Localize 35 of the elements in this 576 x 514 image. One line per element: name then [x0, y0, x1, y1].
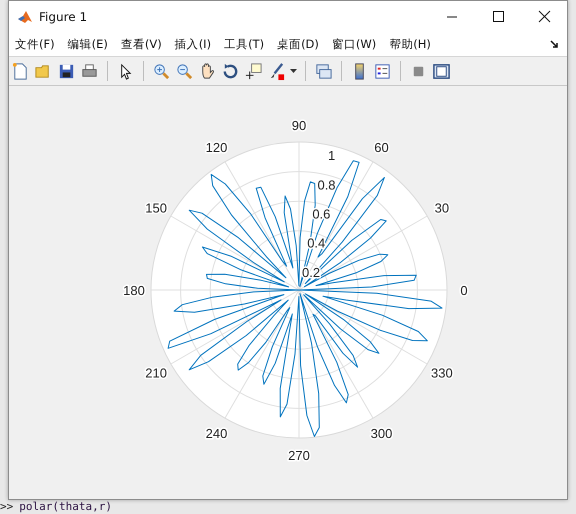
- angle-label: 330: [431, 366, 453, 380]
- angle-label: 150: [145, 200, 167, 216]
- radius-label: 0.8: [317, 177, 336, 192]
- window-title: Figure 1: [39, 10, 88, 24]
- frame-icon[interactable]: [432, 62, 451, 80]
- command-prompt: >>: [0, 500, 14, 514]
- link-icon[interactable]: [314, 62, 333, 80]
- command-text: polar(thata,r): [19, 500, 112, 514]
- angle-label: 210: [145, 366, 167, 380]
- menu-item[interactable]: 插入(I): [174, 36, 212, 52]
- legend-icon[interactable]: [373, 62, 392, 80]
- menu-item[interactable]: 帮助(H): [389, 36, 431, 52]
- zoom-in-icon[interactable]: [152, 62, 171, 80]
- app-logo-icon: [17, 8, 33, 24]
- angle-label: 270: [288, 448, 310, 463]
- angle-label: 30: [434, 200, 450, 216]
- angle-label: 0: [460, 283, 468, 298]
- zoom-out-icon[interactable]: [175, 62, 194, 80]
- menu-item[interactable]: 编辑(E): [68, 36, 108, 52]
- angle-label: 300: [370, 426, 392, 441]
- menu-item[interactable]: 窗口(W): [332, 36, 376, 52]
- rotate-icon[interactable]: [221, 62, 240, 80]
- menu-item[interactable]: 工具(T): [224, 36, 264, 52]
- menu-item[interactable]: 文件(F): [15, 36, 55, 52]
- angle-label: 240: [206, 426, 228, 441]
- angle-label: 180: [123, 283, 145, 298]
- angle-label: 120: [206, 140, 228, 156]
- dock-arrow-icon[interactable]: [550, 40, 559, 48]
- data-cursor-icon[interactable]: [244, 62, 263, 80]
- menu-item[interactable]: 桌面(D): [277, 36, 319, 52]
- radius-label: 1: [328, 148, 336, 164]
- caret-icon[interactable]: [290, 69, 297, 73]
- angle-label: 60: [374, 140, 389, 156]
- angle-label: 90: [292, 118, 306, 133]
- menu-item[interactable]: 查看(V): [120, 36, 162, 52]
